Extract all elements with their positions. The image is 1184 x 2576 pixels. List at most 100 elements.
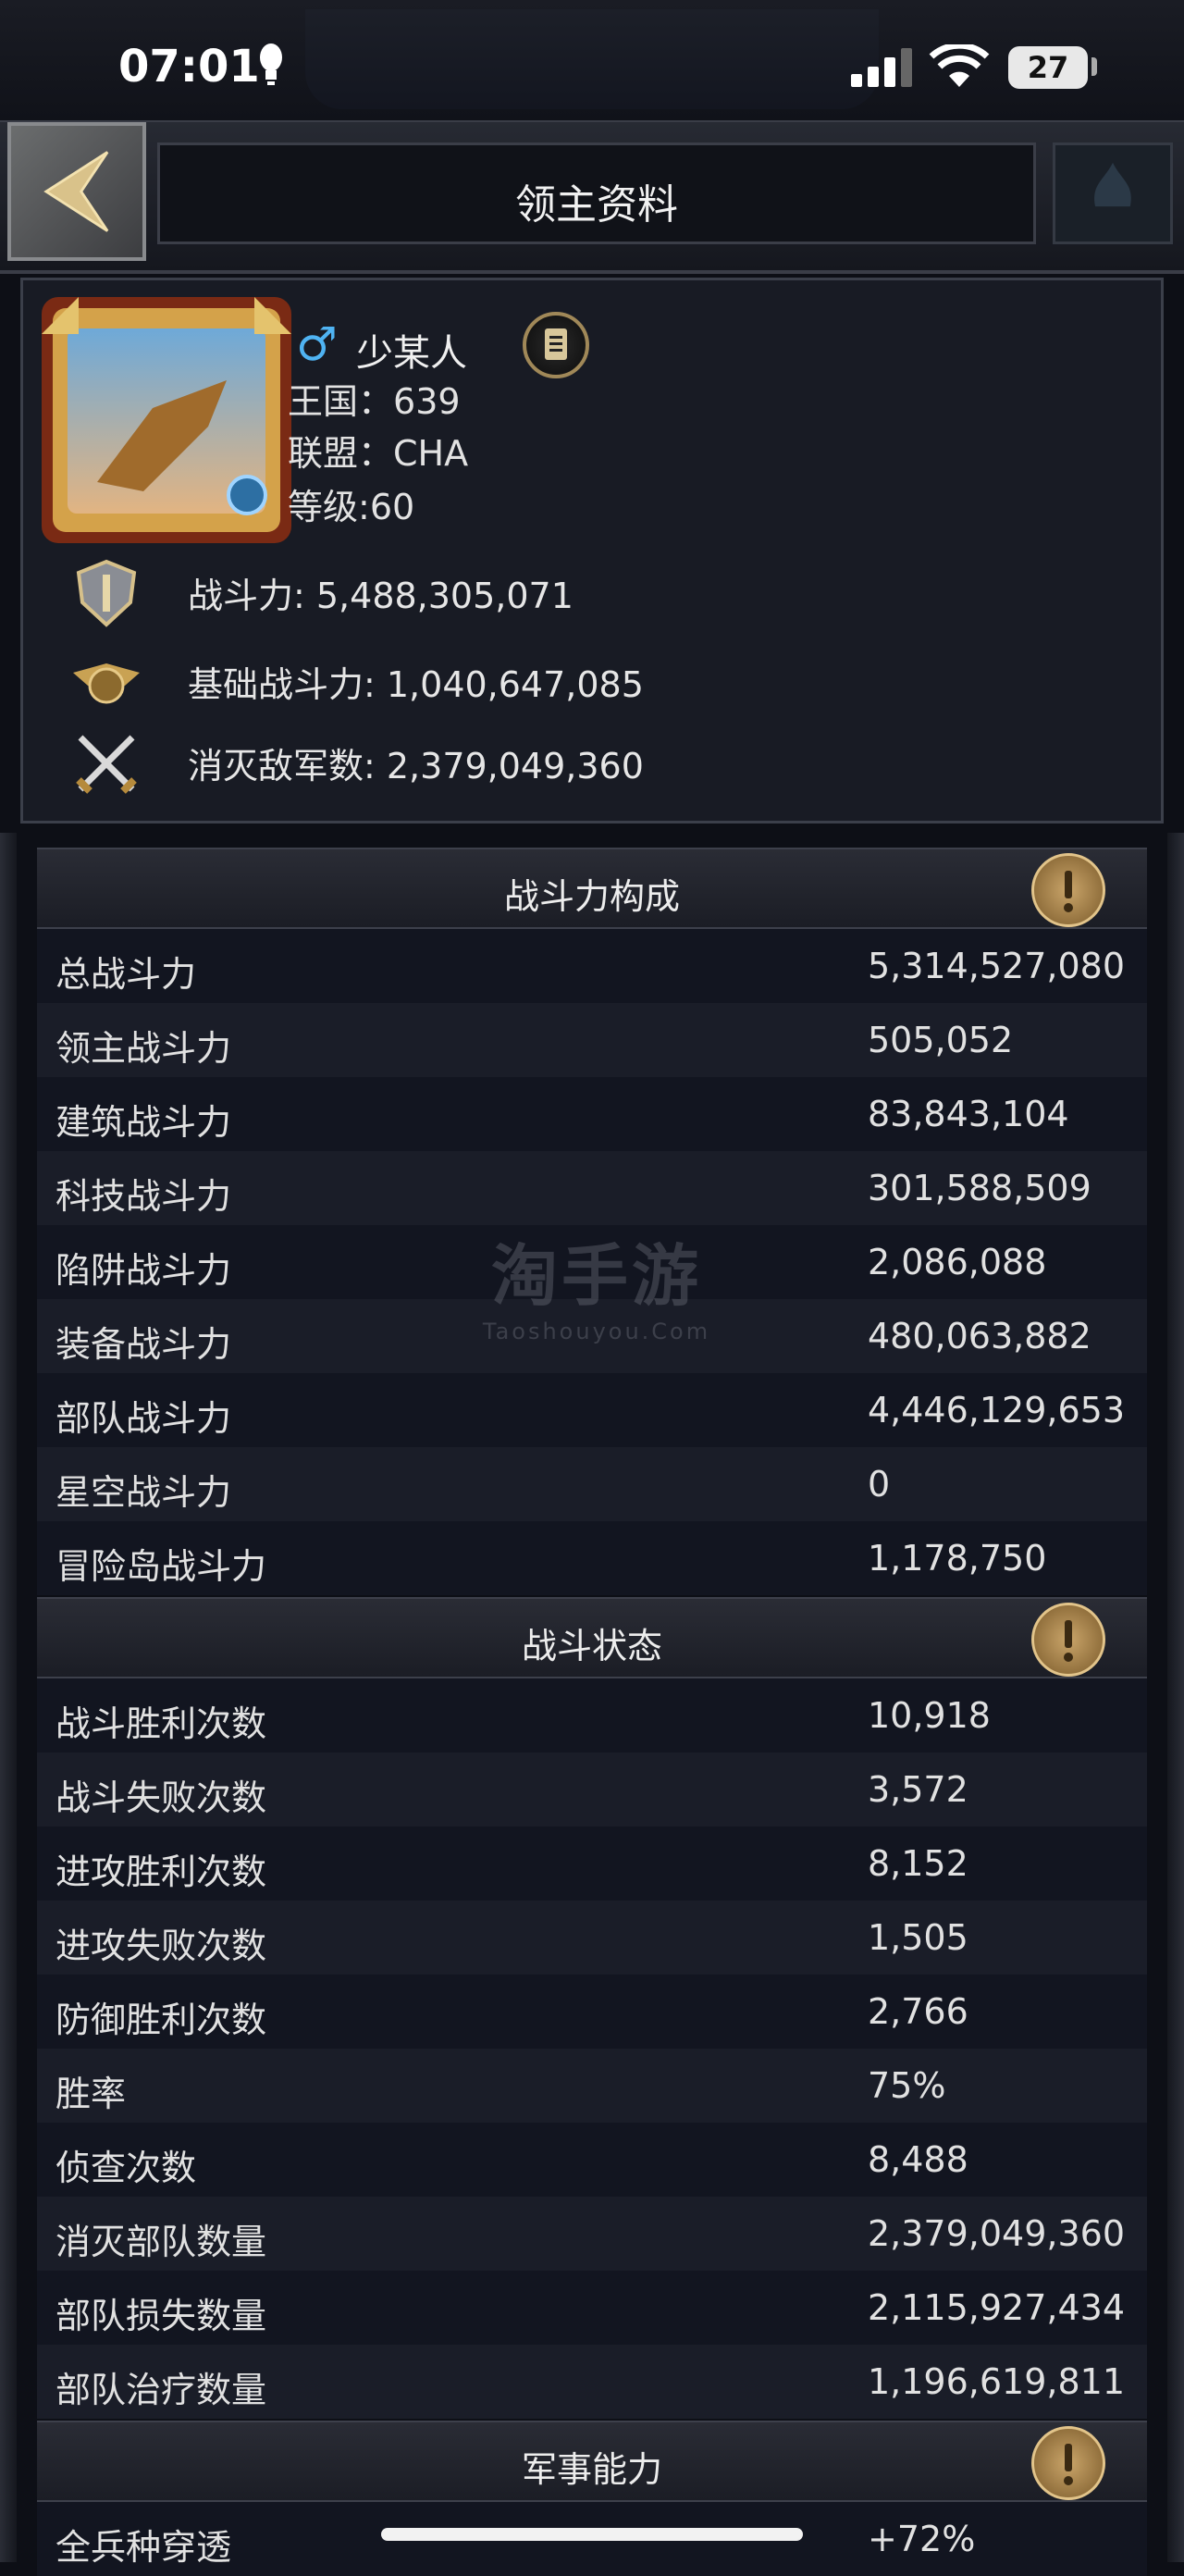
power-text: 战斗力: 5,488,305,071: [188, 576, 574, 616]
left-rail: [0, 833, 17, 2562]
male-gender-icon: ♂: [296, 317, 338, 371]
crossed-swords-icon: [76, 735, 137, 794]
exclamation-icon: [1064, 2444, 1073, 2485]
stat-row: 进攻胜利次数 8,152: [37, 1827, 1147, 1901]
page-title: 领主资料: [515, 181, 678, 229]
battle-section-title: 战斗状态: [521, 1626, 662, 1666]
header-bar: 领主资料: [0, 120, 1184, 274]
stat-label: 建筑战斗力: [56, 1102, 232, 1143]
stat-label: 星空战斗力: [56, 1472, 232, 1513]
stat-value: 2,766: [868, 1991, 968, 2032]
stat-row: 部队损失数量 2,115,927,434: [37, 2271, 1147, 2345]
battle-info-button[interactable]: [1031, 1603, 1105, 1677]
battery-tip: [1092, 57, 1097, 76]
level-line: 等级:60: [288, 478, 414, 529]
stat-label: 部队战斗力: [56, 1398, 232, 1439]
stat-row: 领主战斗力 505,052: [37, 1003, 1147, 1077]
stat-value: 2,379,049,360: [868, 2213, 1126, 2254]
stat-value: 75%: [868, 2065, 946, 2106]
stat-row: 总战斗力 5,314,527,080: [37, 929, 1147, 1003]
kingdom-label: 王国：: [288, 381, 394, 422]
stat-row: 胜率 75%: [37, 2049, 1147, 2123]
stat-value: 83,843,104: [868, 1094, 1069, 1134]
military-section-header: 军事能力: [37, 2421, 1147, 2502]
power-section-header: 战斗力构成: [37, 848, 1147, 929]
stat-value: 8,488: [868, 2139, 968, 2180]
home-indicator[interactable]: [381, 2528, 803, 2541]
stat-row: 科技战斗力 301,588,509: [37, 1151, 1147, 1225]
stat-value: 301,588,509: [868, 1168, 1092, 1208]
wifi-icon: [929, 44, 990, 87]
kingdom-line: 王国：639: [288, 373, 461, 424]
stat-label: 装备战斗力: [56, 1324, 232, 1365]
stat-label: 消灭部队数量: [56, 2222, 267, 2262]
stat-value: 1,196,619,811: [868, 2361, 1126, 2402]
level-label: 等级:: [288, 487, 370, 527]
exclamation-icon: [1064, 1620, 1073, 1662]
title-frame: 领主资料: [157, 142, 1036, 244]
stat-label: 科技战斗力: [56, 1176, 232, 1217]
alliance-value: CHA: [393, 433, 469, 474]
cellular-signal-icon: [851, 48, 912, 87]
stat-value: 1,505: [868, 1917, 968, 1958]
stat-value: 2,115,927,434: [868, 2287, 1126, 2328]
stat-value: 3,572: [868, 1769, 968, 1810]
kills-text: 消灭敌军数: 2,379,049,360: [188, 746, 644, 786]
stat-label: 部队损失数量: [56, 2296, 267, 2336]
stat-row: 星空战斗力 0: [37, 1447, 1147, 1521]
stat-value: 480,063,882: [868, 1316, 1092, 1356]
fleur-ornament-icon: [1094, 162, 1131, 207]
stat-row: 防御胜利次数 2,766: [37, 1975, 1147, 2049]
stat-row: 冒险岛战斗力 1,178,750: [37, 1521, 1147, 1595]
stat-label: 冒险岛战斗力: [56, 1546, 267, 1587]
back-button[interactable]: [7, 122, 146, 261]
watermark-logo: 淘手游: [490, 1237, 702, 1315]
stat-value: 505,052: [868, 1020, 1014, 1060]
stat-row: 消灭部队数量 2,379,049,360: [37, 2197, 1147, 2271]
stat-label: 进攻失败次数: [56, 1926, 267, 1966]
stat-value: 1,178,750: [868, 1538, 1047, 1579]
stat-row: 建筑战斗力 83,843,104: [37, 1077, 1147, 1151]
alliance-line: 联盟：CHA: [288, 425, 468, 476]
level-value: 60: [369, 487, 415, 527]
stat-value: 4,446,129,653: [868, 1390, 1126, 1430]
notch: [305, 9, 879, 109]
stat-label: 陷阱战斗力: [56, 1250, 232, 1291]
stat-label: 进攻胜利次数: [56, 1852, 267, 1892]
alliance-label: 联盟：: [288, 433, 394, 474]
right-rail: [1167, 833, 1184, 2562]
power-info-button[interactable]: [1031, 853, 1105, 927]
stat-value: 5,314,527,080: [868, 946, 1126, 986]
stat-row: 战斗胜利次数 10,918: [37, 1678, 1147, 1752]
back-arrow-icon: [43, 151, 109, 232]
stat-row: 部队治疗数量 1,196,619,811: [37, 2345, 1147, 2419]
stat-value: 2,086,088: [868, 1242, 1047, 1282]
stat-label: 部队治疗数量: [56, 2370, 267, 2410]
stat-label: 总战斗力: [56, 954, 197, 995]
battery-indicator: 27: [1008, 46, 1088, 89]
stat-value: 0: [868, 1464, 891, 1505]
stat-label: 战斗胜利次数: [56, 1703, 267, 1744]
stat-value: +72%: [868, 2519, 976, 2559]
lightbulb-icon: [260, 43, 282, 85]
winged-emblem-icon: [73, 663, 140, 704]
stat-label: 领主战斗力: [56, 1028, 232, 1069]
header-ornament: [1053, 142, 1173, 244]
stat-row: 部队战斗力 4,446,129,653: [37, 1373, 1147, 1447]
watermark: 淘手游 Taoshouyou.Com: [472, 1221, 722, 1344]
military-section-title: 军事能力: [521, 2449, 662, 2490]
clock: 07:01: [118, 41, 260, 93]
battle-section-header: 战斗状态: [37, 1597, 1147, 1678]
stat-value: 8,152: [868, 1843, 968, 1884]
power-section-title: 战斗力构成: [503, 876, 680, 917]
status-bar: 07:01 27: [0, 0, 1184, 120]
notes-button[interactable]: [523, 312, 589, 378]
avatar[interactable]: [42, 297, 291, 543]
player-name: 少某人: [356, 332, 467, 375]
military-info-button[interactable]: [1031, 2426, 1105, 2500]
stat-row: 进攻失败次数 1,505: [37, 1901, 1147, 1975]
kingdom-value: 639: [393, 381, 461, 422]
document-icon: [545, 328, 567, 360]
stat-value: 10,918: [868, 1695, 991, 1736]
stat-row: 战斗失败次数 3,572: [37, 1752, 1147, 1827]
